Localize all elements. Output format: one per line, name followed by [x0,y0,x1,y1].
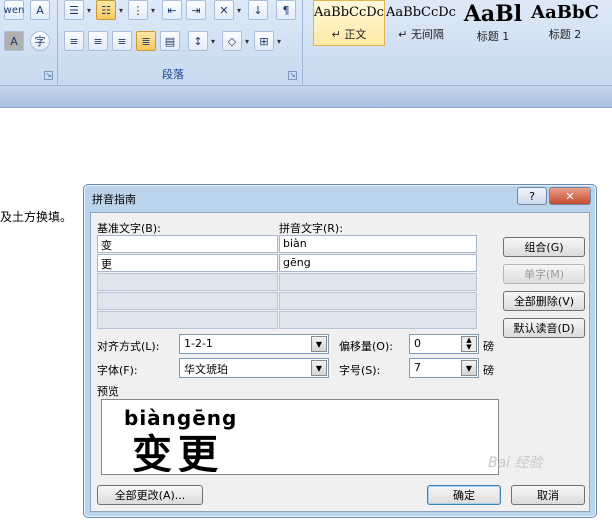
mono-button[interactable]: 单字(M) [503,264,585,284]
chinese-layout-icon[interactable]: ✕ [214,0,234,20]
style-sample: AaBbC [531,2,599,23]
size-value: 7 [414,361,421,374]
spin-arrows-icon[interactable]: ▲ ▼ [461,336,477,352]
ok-button[interactable]: 确定 [427,485,501,505]
distributed-icon[interactable]: ▤ [160,31,180,51]
chevron-down-icon[interactable]: ▼ [461,360,477,376]
ribbon-styles-group: AaBbCcDc ↵ 正文 AaBbCcDc ↵ 无间隔 AaBl 标题 1 A… [305,0,612,86]
alignment-value: 1-2-1 [184,337,213,350]
size-unit: 磅 [483,364,494,377]
offset-unit: 磅 [483,340,494,353]
ribbon-font-group-fragment: wen A A 字 ↘ [0,0,58,86]
chevron-down-icon[interactable]: ▼ [311,360,327,376]
help-button[interactable]: ? [517,187,547,205]
shading-dropdown-icon[interactable]: ▾ [242,31,252,51]
ruby-text-field[interactable]: biàn [279,235,477,253]
bullets-icon[interactable]: ☰ [64,0,84,20]
base-text-field[interactable]: 变 [97,235,278,253]
default-reading-button[interactable]: 默认读音(D) [503,318,585,338]
size-select[interactable]: 7 ▼ [409,358,479,378]
style-normal[interactable]: AaBbCcDc ↵ 正文 [313,0,385,46]
base-text-field-empty [97,292,278,310]
chinese-layout-dropdown-icon[interactable]: ▾ [234,0,244,20]
ruby-text-field-empty [279,311,477,329]
ribbon-paragraph-group: ☰ ▾ ☷ ▾ ⋮ ▾ ⇤ ⇥ ✕ ▾ ↓ ¶ ≡ ≡ ≡ ≣ ▤ ↕ ▾ ◇ … [58,0,303,86]
size-label: 字号(S): [339,364,381,377]
clear-all-button[interactable]: 全部删除(V) [503,291,585,311]
align-right-icon[interactable]: ≡ [112,31,132,51]
borders-dropdown-icon[interactable]: ▾ [274,31,284,51]
base-text-field[interactable]: 更 [97,254,278,272]
style-sample: AaBbCcDc [314,5,384,20]
font-dialog-launcher[interactable]: ↘ [44,71,53,80]
ruby-text-field-empty [279,273,477,291]
document-text: 及土方换填。 [0,210,73,224]
preview-characters: 变更 [132,432,224,472]
bullets-dropdown-icon[interactable]: ▾ [84,0,94,20]
borders-icon[interactable]: ⊞ [254,31,274,51]
clear-format-icon[interactable]: A [30,0,50,20]
increase-indent-icon[interactable]: ⇥ [186,0,206,20]
preview-pinyin: biàngēng [124,406,238,430]
paragraph-group-label: 段落 [162,68,184,81]
base-text-label: 基准文字(B): [97,222,161,235]
chevron-down-icon[interactable]: ▼ [311,336,327,352]
style-no-spacing[interactable]: AaBbCcDc ↵ 无间隔 [385,0,457,46]
alignment-label: 对齐方式(L): [97,340,160,353]
style-sample: AaBl [463,1,523,27]
group-button[interactable]: 组合(G) [503,237,585,257]
style-name: 标题 2 [548,28,582,41]
alignment-select[interactable]: 1-2-1 ▼ [179,334,329,354]
line-spacing-dropdown-icon[interactable]: ▾ [208,31,218,51]
offset-value: 0 [414,337,421,350]
enclose-char-icon[interactable]: 字 [30,31,50,51]
line-spacing-icon[interactable]: ↕ [188,31,208,51]
style-name: ↵ 无间隔 [398,28,444,41]
multilevel-list-icon[interactable]: ⋮ [128,0,148,20]
style-heading-1[interactable]: AaBl 标题 1 [457,0,529,46]
dialog-title: 拼音指南 [92,193,136,206]
show-marks-icon[interactable]: ¶ [276,0,296,20]
char-shading-icon[interactable]: A [4,31,24,51]
watermark: Bai 经验 [488,455,543,471]
shading-icon[interactable]: ◇ [222,31,242,51]
font-label: 字体(F): [97,364,138,377]
align-left-icon[interactable]: ≡ [64,31,84,51]
numbering-icon[interactable]: ☷ [96,0,116,20]
offset-spinner[interactable]: 0 ▲ ▼ [409,334,479,354]
preview-label: 预览 [97,385,119,398]
sort-icon[interactable]: ↓ [248,0,268,20]
ribbon: wen A A 字 ↘ ☰ ▾ ☷ ▾ ⋮ ▾ ⇤ ⇥ ✕ ▾ ↓ ¶ ≡ ≡ … [0,0,612,86]
justify-icon[interactable]: ≣ [136,31,156,51]
paragraph-dialog-launcher[interactable]: ↘ [288,71,297,80]
ruler-band [0,86,612,108]
preview-box: biàngēng 变更 [101,399,499,475]
ruby-text-field-empty [279,292,477,310]
numbering-dropdown-icon[interactable]: ▾ [116,0,126,20]
phonetic-guide-icon[interactable]: wen [4,0,24,20]
style-heading-2[interactable]: AaBbC 标题 2 [529,0,601,46]
align-center-icon[interactable]: ≡ [88,31,108,51]
base-text-field-empty [97,273,278,291]
base-text-field-empty [97,311,278,329]
style-sample: AaBbCcDc [386,5,456,20]
close-button[interactable]: ✕ [549,187,591,205]
decrease-indent-icon[interactable]: ⇤ [162,0,182,20]
ruby-text-label: 拼音文字(R): [279,222,343,235]
apply-all-button[interactable]: 全部更改(A)... [97,485,203,505]
ruby-text-field[interactable]: gēng [279,254,477,272]
style-name: ↵ 正文 [331,28,367,41]
font-select[interactable]: 华文琥珀 ▼ [179,358,329,378]
cancel-button[interactable]: 取消 [511,485,585,505]
multilevel-dropdown-icon[interactable]: ▾ [148,0,158,20]
font-value: 华文琥珀 [184,363,228,376]
offset-label: 偏移量(O): [339,340,393,353]
style-name: 标题 1 [476,30,510,43]
